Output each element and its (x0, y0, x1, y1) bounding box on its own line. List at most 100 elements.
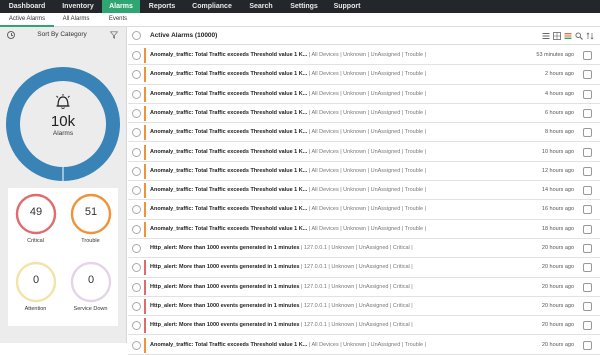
nav-search[interactable]: Search (240, 0, 282, 13)
alarm-message[interactable]: Http_alert: More than 1000 events genera… (150, 284, 413, 290)
alarm-message[interactable]: Anomaly_traffic: Total Traffic exceeds T… (150, 110, 426, 116)
alarm-title[interactable]: Anomaly_traffic: Total Traffic exceeds T… (150, 71, 307, 77)
alarm-message[interactable]: Http_alert: More than 1000 events genera… (150, 245, 413, 251)
alarm-row[interactable]: Http_alert: More than 1000 events genera… (128, 277, 600, 297)
alarm-row[interactable]: Anomaly_traffic: Total Traffic exceeds T… (128, 123, 600, 143)
row-checkbox[interactable] (132, 166, 141, 176)
nav-settings[interactable]: Settings (282, 0, 326, 13)
nav-inventory[interactable]: Inventory (54, 0, 102, 13)
alarm-row[interactable]: Anomaly_traffic: Total Traffic exceeds T… (128, 219, 600, 239)
nav-compliance[interactable]: Compliance (184, 0, 240, 13)
row-options-icon[interactable] (583, 70, 592, 80)
row-checkbox[interactable] (132, 263, 141, 273)
row-checkbox[interactable] (132, 89, 141, 99)
alarm-row[interactable]: Anomaly_traffic: Total Traffic exceeds T… (128, 181, 600, 201)
alarm-title[interactable]: Http_alert: More than 1000 events genera… (150, 303, 299, 309)
alarm-title[interactable]: Http_alert: More than 1000 events genera… (150, 284, 299, 290)
row-checkbox[interactable] (132, 147, 141, 157)
select-all-checkbox[interactable] (132, 31, 141, 40)
row-options-icon[interactable] (583, 340, 592, 350)
alarm-row[interactable]: Anomaly_traffic: Total Traffic exceeds T… (128, 46, 600, 66)
alarm-message[interactable]: Anomaly_traffic: Total Traffic exceeds T… (150, 52, 426, 58)
row-checkbox[interactable] (132, 301, 141, 311)
search-icon[interactable] (575, 32, 583, 40)
row-options-icon[interactable] (583, 128, 592, 138)
alarm-title[interactable]: Http_alert: More than 1000 events genera… (150, 264, 299, 270)
row-options-icon[interactable] (583, 108, 592, 118)
clock-icon[interactable] (7, 31, 15, 39)
alarm-message[interactable]: Anomaly_traffic: Total Traffic exceeds T… (150, 91, 426, 97)
alarm-title[interactable]: Anomaly_traffic: Total Traffic exceeds T… (150, 110, 307, 116)
list-view-icon[interactable] (542, 32, 550, 40)
alarm-row[interactable]: Anomaly_traffic: Total Traffic exceeds T… (128, 142, 600, 162)
filter-icon[interactable] (110, 31, 118, 39)
severity-view-icon[interactable] (564, 32, 572, 40)
row-checkbox[interactable] (132, 205, 141, 215)
alarm-message[interactable]: Http_alert: More than 1000 events genera… (150, 322, 413, 328)
row-options-icon[interactable] (583, 51, 592, 60)
row-options-icon[interactable] (583, 147, 592, 157)
alarm-message[interactable]: Anomaly_traffic: Total Traffic exceeds T… (150, 187, 426, 193)
severity-attention[interactable]: 0 Attention (8, 256, 63, 322)
row-checkbox[interactable] (132, 186, 141, 196)
grid-view-icon[interactable] (553, 32, 561, 40)
alarm-title[interactable]: Anomaly_traffic: Total Traffic exceeds T… (150, 91, 307, 97)
row-options-icon[interactable] (583, 244, 592, 253)
alarm-row[interactable]: Http_alert: More than 1000 events genera… (128, 258, 600, 278)
alarm-message[interactable]: Anomaly_traffic: Total Traffic exceeds T… (150, 342, 426, 348)
nav-alarms[interactable]: Alarms (102, 0, 140, 13)
nav-support[interactable]: Support (326, 0, 368, 13)
alarm-title[interactable]: Anomaly_traffic: Total Traffic exceeds T… (150, 206, 307, 212)
alarm-row[interactable]: Anomaly_traffic: Total Traffic exceeds T… (128, 161, 600, 182)
alarm-message[interactable]: Http_alert: More than 1000 events genera… (150, 264, 413, 270)
row-checkbox[interactable] (132, 224, 141, 234)
row-checkbox[interactable] (132, 51, 141, 60)
row-options-icon[interactable] (583, 263, 592, 273)
row-checkbox[interactable] (132, 128, 141, 138)
row-checkbox[interactable] (132, 282, 141, 292)
alarm-title[interactable]: Anomaly_traffic: Total Traffic exceeds T… (150, 168, 307, 174)
row-options-icon[interactable] (583, 166, 592, 176)
alarm-message[interactable]: Http_alert: More than 1000 events genera… (150, 303, 413, 309)
alarm-message[interactable]: Anomaly_traffic: Total Traffic exceeds T… (150, 129, 426, 135)
alarm-title[interactable]: Anomaly_traffic: Total Traffic exceeds T… (150, 226, 307, 232)
alarm-row[interactable]: Anomaly_traffic: Total Traffic exceeds T… (128, 335, 600, 355)
alarm-row[interactable]: Anomaly_traffic: Total Traffic exceeds T… (128, 200, 600, 220)
alarm-row[interactable]: Anomaly_traffic: Total Traffic exceeds T… (128, 65, 600, 85)
row-options-icon[interactable] (583, 282, 592, 292)
row-checkbox[interactable] (132, 70, 141, 80)
row-options-icon[interactable] (583, 186, 592, 196)
alarm-title[interactable]: Anomaly_traffic: Total Traffic exceeds T… (150, 149, 307, 155)
alarm-title[interactable]: Anomaly_traffic: Total Traffic exceeds T… (150, 129, 307, 135)
alarm-title[interactable]: Anomaly_traffic: Total Traffic exceeds T… (150, 187, 307, 193)
alarm-title[interactable]: Http_alert: More than 1000 events genera… (150, 322, 299, 328)
alarm-title[interactable]: Anomaly_traffic: Total Traffic exceeds T… (150, 342, 307, 348)
sort-icon[interactable] (586, 32, 594, 40)
sort-by-category-label[interactable]: Sort By Category (20, 31, 104, 38)
row-options-icon[interactable] (583, 89, 592, 99)
tab-active-alarms[interactable]: Active Alarms (0, 13, 54, 27)
severity-trouble[interactable]: 51 Trouble (63, 188, 118, 254)
alarm-row[interactable]: Anomaly_traffic: Total Traffic exceeds T… (128, 103, 600, 124)
row-checkbox[interactable] (132, 340, 141, 350)
alarm-title[interactable]: Http_alert: More than 1000 events genera… (150, 245, 299, 251)
alarm-message[interactable]: Anomaly_traffic: Total Traffic exceeds T… (150, 149, 426, 155)
row-checkbox[interactable] (132, 244, 141, 253)
alarm-row[interactable]: Http_alert: More than 1000 events genera… (128, 239, 600, 259)
alarm-row[interactable]: Anomaly_traffic: Total Traffic exceeds T… (128, 84, 600, 104)
nav-reports[interactable]: Reports (140, 0, 184, 13)
severity-service-down[interactable]: 0 Service Down (63, 256, 118, 322)
row-options-icon[interactable] (583, 301, 592, 311)
tab-events[interactable]: Events (98, 13, 138, 27)
alarm-title[interactable]: Anomaly_traffic: Total Traffic exceeds T… (150, 52, 307, 58)
alarm-message[interactable]: Anomaly_traffic: Total Traffic exceeds T… (150, 168, 426, 174)
alarm-row[interactable]: Http_alert: More than 1000 events genera… (128, 316, 600, 336)
alarm-message[interactable]: Anomaly_traffic: Total Traffic exceeds T… (150, 71, 426, 77)
row-checkbox[interactable] (132, 321, 141, 331)
row-options-icon[interactable] (583, 321, 592, 331)
tab-all-alarms[interactable]: All Alarms (54, 13, 98, 27)
row-checkbox[interactable] (132, 108, 141, 118)
row-options-icon[interactable] (583, 224, 592, 234)
nav-dashboard[interactable]: Dashboard (0, 0, 54, 13)
alarm-message[interactable]: Anomaly_traffic: Total Traffic exceeds T… (150, 226, 426, 232)
